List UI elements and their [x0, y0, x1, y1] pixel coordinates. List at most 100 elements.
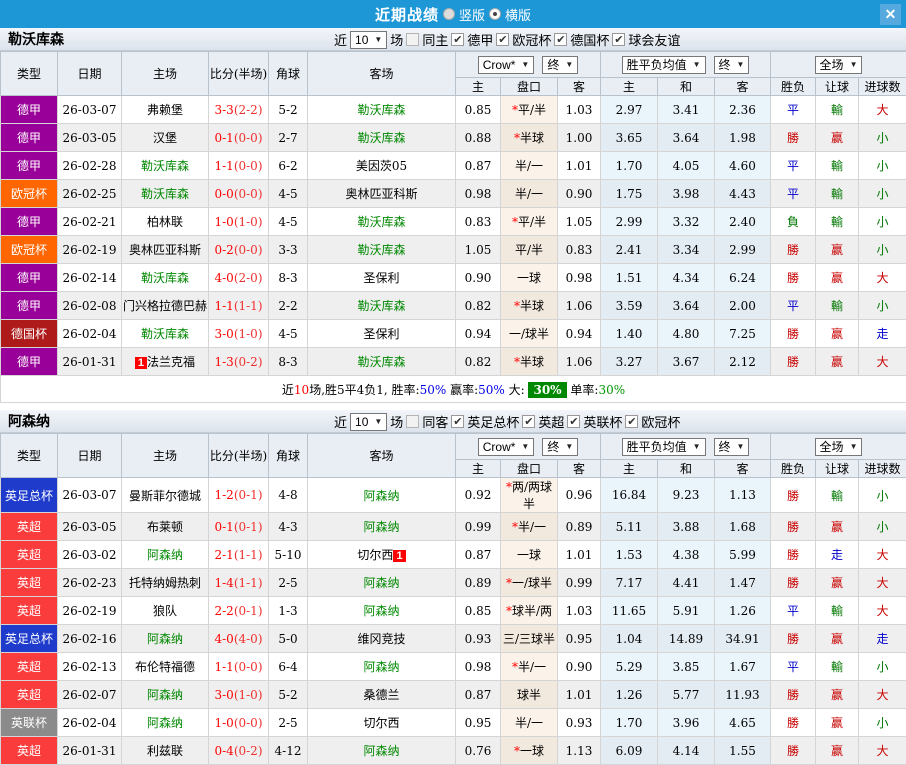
final-odds-select-2[interactable]: 终▼ [714, 438, 750, 456]
subcol-handicap: 盘口 [501, 78, 558, 96]
handicap-result-cell: 赢 [816, 569, 859, 597]
away-odds-cell: 0.90 [558, 180, 601, 208]
score-cell: 3-3(2-2) [209, 96, 269, 124]
home-team-cell: 布莱顿 [122, 513, 209, 541]
away-odds-cell: 1.05 [558, 208, 601, 236]
same-home-checkbox[interactable] [406, 33, 419, 46]
avg-draw-cell: 3.96 [658, 709, 715, 737]
avg-home-cell: 2.41 [601, 236, 658, 264]
subcol-avg-away: 客 [715, 78, 771, 96]
comp-checkbox-1[interactable]: ✔ [522, 415, 535, 428]
home-odds-cell: 0.88 [456, 124, 501, 152]
avg-draw-cell: 5.91 [658, 597, 715, 625]
final-odds-select[interactable]: 终▼ [542, 56, 578, 74]
home-team-cell: 汉堡 [122, 124, 209, 152]
home-odds-cell: 0.93 [456, 625, 501, 653]
comp-checkbox-3[interactable]: ✔ [612, 33, 625, 46]
avg-draw-cell: 5.77 [658, 681, 715, 709]
away-odds-cell: 0.93 [558, 709, 601, 737]
match-count-select[interactable]: 10 ▼ [350, 413, 387, 431]
competition-badge: 德国杯 [1, 320, 58, 348]
fulltime-select[interactable]: 全场▼ [815, 438, 863, 456]
avg-draw-cell: 3.64 [658, 292, 715, 320]
away-odds-cell: 0.99 [558, 569, 601, 597]
close-icon[interactable]: ✕ [880, 4, 901, 25]
section-header-bar: 勒沃库森 近 10 ▼ 场 同主 ✔ 德甲 ✔ 欧冠杯 ✔ 德国杯 ✔ 球会友谊 [0, 28, 906, 51]
comp-label-1: 英超 [538, 412, 564, 431]
away-odds-cell: 0.90 [558, 653, 601, 681]
corners-cell: 4-5 [269, 208, 308, 236]
competition-badge: 德甲 [1, 152, 58, 180]
odds-company-select[interactable]: Crow*▼ [478, 56, 535, 74]
home-odds-cell: 0.87 [456, 541, 501, 569]
outcome-cell: 勝 [771, 320, 816, 348]
away-odds-cell: 0.98 [558, 264, 601, 292]
comp-checkbox-1[interactable]: ✔ [496, 33, 509, 46]
avg-away-cell: 4.65 [715, 709, 771, 737]
chevron-down-icon: ▼ [565, 442, 573, 451]
avg-draw-cell: 3.34 [658, 236, 715, 264]
home-team-cell: 阿森纳 [122, 541, 209, 569]
chevron-down-icon: ▼ [737, 60, 745, 69]
goals-result-cell: 大 [859, 348, 906, 376]
goals-result-cell: 小 [859, 653, 906, 681]
match-row: 德甲26-02-28勒沃库森1-1(0-0)6-2美因茨050.87半/一1.0… [1, 152, 906, 180]
col-home: 主场 [122, 52, 209, 96]
away-team-cell: 勒沃库森 [308, 348, 456, 376]
avg-odds-select[interactable]: 胜平负均值▼ [622, 438, 706, 456]
score-cell: 1-1(0-0) [209, 653, 269, 681]
away-odds-cell: 0.89 [558, 513, 601, 541]
avg-odds-select[interactable]: 胜平负均值▼ [622, 56, 706, 74]
same-away-label: 同客 [422, 412, 448, 431]
away-team-cell: 阿森纳 [308, 569, 456, 597]
horizontal-layout-radio[interactable] [489, 8, 501, 20]
col-away: 客场 [308, 434, 456, 478]
fulltime-select[interactable]: 全场▼ [815, 56, 863, 74]
avg-away-cell: 1.98 [715, 124, 771, 152]
outcome-cell: 勝 [771, 625, 816, 653]
score-cell: 3-0(1-0) [209, 681, 269, 709]
match-date: 26-01-31 [58, 348, 122, 376]
avg-draw-cell: 4.80 [658, 320, 715, 348]
final-odds-select-2[interactable]: 终▼ [714, 56, 750, 74]
avg-home-cell: 3.59 [601, 292, 658, 320]
outcome-cell: 勝 [771, 513, 816, 541]
handicap-result-cell: 赢 [816, 709, 859, 737]
col-type: 类型 [1, 52, 58, 96]
home-team-cell: 1法兰克福 [122, 348, 209, 376]
away-odds-cell: 1.06 [558, 292, 601, 320]
avg-home-cell: 2.97 [601, 96, 658, 124]
match-count-select[interactable]: 10 ▼ [350, 31, 387, 49]
vertical-layout-radio[interactable] [443, 8, 455, 20]
comp-checkbox-0[interactable]: ✔ [451, 33, 464, 46]
comp-checkbox-2[interactable]: ✔ [554, 33, 567, 46]
handicap-cell: *一/球半 [501, 569, 558, 597]
avg-home-cell: 1.26 [601, 681, 658, 709]
layout-radio-group: 竖版 横版 [443, 5, 531, 24]
comp-checkbox-3[interactable]: ✔ [625, 415, 638, 428]
home-team-cell: 柏林联 [122, 208, 209, 236]
competition-badge: 德甲 [1, 292, 58, 320]
final-odds-select[interactable]: 终▼ [542, 438, 578, 456]
away-team-cell: 阿森纳 [308, 513, 456, 541]
avg-home-cell: 11.65 [601, 597, 658, 625]
avg-draw-cell: 3.64 [658, 124, 715, 152]
goals-result-cell: 小 [859, 152, 906, 180]
odds-company-select[interactable]: Crow*▼ [478, 438, 535, 456]
comp-checkbox-0[interactable]: ✔ [451, 415, 464, 428]
home-odds-cell: 1.05 [456, 236, 501, 264]
comp-checkbox-2[interactable]: ✔ [567, 415, 580, 428]
subcol-home-odds: 主 [456, 78, 501, 96]
score-cell: 3-0(1-0) [209, 320, 269, 348]
away-odds-cell: 1.13 [558, 737, 601, 765]
away-team-cell: 圣保利 [308, 320, 456, 348]
avg-home-cell: 1.40 [601, 320, 658, 348]
avg-home-cell: 1.04 [601, 625, 658, 653]
near-label: 近 [334, 30, 347, 49]
handicap-result-cell: 赢 [816, 737, 859, 765]
outcome-cell: 勝 [771, 681, 816, 709]
away-team-cell: 勒沃库森 [308, 208, 456, 236]
handicap-result-cell: 輸 [816, 180, 859, 208]
home-odds-cell: 0.92 [456, 478, 501, 513]
same-away-checkbox[interactable] [406, 415, 419, 428]
